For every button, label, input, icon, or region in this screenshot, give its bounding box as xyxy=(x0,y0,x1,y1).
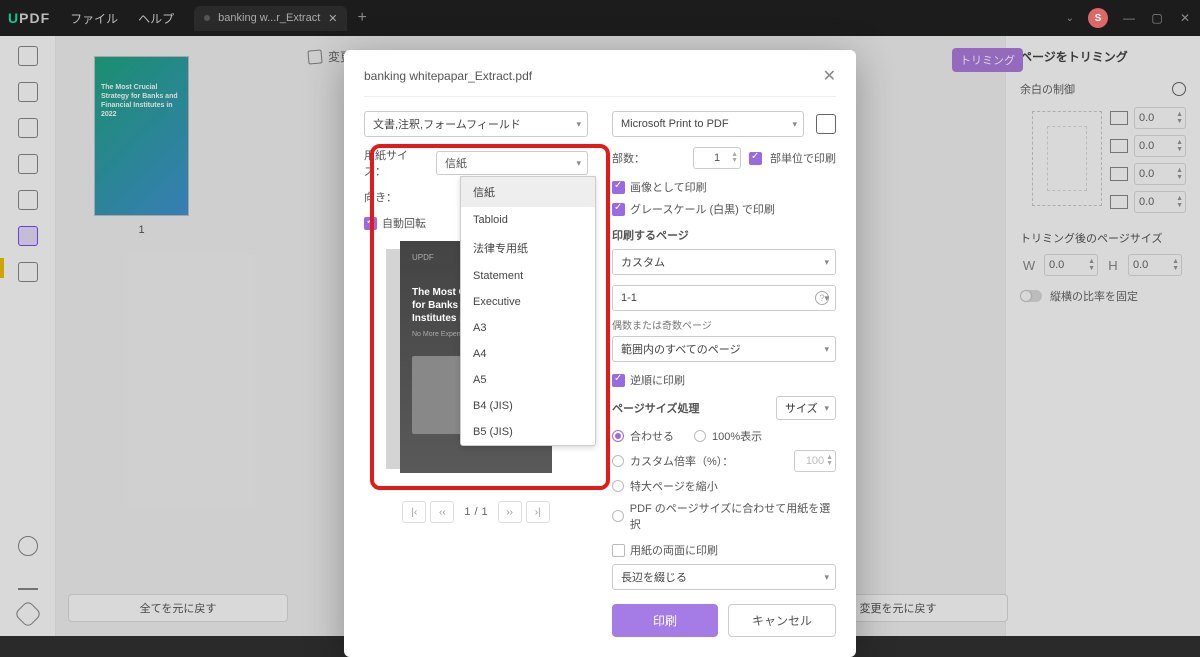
paper-size-option[interactable]: B4 (JIS) xyxy=(461,393,595,419)
paper-size-option[interactable]: A3 xyxy=(461,315,595,341)
maximize-icon[interactable]: ▢ xyxy=(1150,11,1164,25)
app-logo: UPDF xyxy=(8,10,50,26)
new-tab-button[interactable]: + xyxy=(357,9,366,27)
scale100-radio[interactable] xyxy=(694,430,706,442)
chevron-down-icon[interactable]: ⌄ xyxy=(1066,13,1074,24)
collate-checkbox[interactable] xyxy=(749,152,762,165)
size-mode-dropdown[interactable]: サイズ xyxy=(776,396,836,420)
dialog-title: banking whitepapar_Extract.pdf xyxy=(364,69,532,83)
user-avatar[interactable]: S xyxy=(1088,8,1108,28)
flip-dropdown[interactable]: 長辺を綴じる xyxy=(612,564,836,590)
shrink-large-radio[interactable] xyxy=(612,480,624,492)
close-icon[interactable]: ✕ xyxy=(1178,11,1192,25)
cancel-button[interactable]: キャンセル xyxy=(728,604,836,637)
preview-pager: |‹ ‹‹ 1/1 ›› ›| xyxy=(364,501,588,523)
pager-prev-icon[interactable]: ‹‹ xyxy=(430,501,454,523)
paper-size-option[interactable]: A4 xyxy=(461,341,595,367)
odd-even-label: 偶数または奇数ページ xyxy=(612,317,836,332)
dialog-close-icon[interactable]: ✕ xyxy=(823,66,836,86)
size-section-title: ページサイズ処理 xyxy=(612,400,699,416)
tab-close-icon[interactable]: ✕ xyxy=(328,12,337,25)
paper-size-option[interactable]: Statement xyxy=(461,263,595,289)
pager-last-icon[interactable]: ›| xyxy=(526,501,550,523)
minimize-icon[interactable]: — xyxy=(1122,11,1136,25)
odd-even-dropdown[interactable]: 範囲内のすべてのページ xyxy=(612,336,836,362)
paper-size-option[interactable]: 信紙 xyxy=(461,177,595,207)
both-sides-checkbox[interactable] xyxy=(612,544,625,557)
reverse-checkbox[interactable] xyxy=(612,374,625,387)
auto-rotate-checkbox[interactable] xyxy=(364,217,377,230)
app-menu: ファイル ヘルプ xyxy=(70,10,174,27)
choose-paper-radio[interactable] xyxy=(612,510,624,522)
pages-range-input[interactable]: 1-1? xyxy=(612,285,836,311)
collate-label: 部単位で印刷 xyxy=(770,150,836,166)
auto-rotate-label: 自動回転 xyxy=(382,215,426,231)
custom-scale-radio[interactable] xyxy=(612,455,624,467)
menu-file[interactable]: ファイル xyxy=(70,10,118,27)
paper-size-label: 用紙サイズ： xyxy=(364,147,428,179)
printer-dropdown[interactable]: Microsoft Print to PDF xyxy=(612,111,804,137)
pages-mode-dropdown[interactable]: カスタム xyxy=(612,249,836,275)
help-icon[interactable]: ? xyxy=(815,291,829,305)
tab-status-dot xyxy=(204,15,210,21)
paper-size-option[interactable]: Executive xyxy=(461,289,595,315)
pages-section-title: 印刷するページ xyxy=(612,227,836,243)
print-button[interactable]: 印刷 xyxy=(612,604,718,637)
menu-help[interactable]: ヘルプ xyxy=(138,10,174,27)
pager-first-icon[interactable]: |‹ xyxy=(402,501,426,523)
printer-icon[interactable] xyxy=(816,114,836,134)
tab-label: banking w...r_Extract xyxy=(218,12,320,24)
paper-size-option[interactable]: B5 (JIS) xyxy=(461,419,595,445)
document-tab[interactable]: banking w...r_Extract ✕ xyxy=(194,6,347,31)
titlebar: UPDF ファイル ヘルプ banking w...r_Extract ✕ + … xyxy=(0,0,1200,36)
content-type-dropdown[interactable]: 文書,注釈,フォームフィールド xyxy=(364,111,588,137)
paper-size-option[interactable]: 法律专用纸 xyxy=(461,233,595,263)
dialog-right-column: Microsoft Print to PDF 部数： 1▲▼ 部単位で印刷 画像… xyxy=(612,111,836,637)
pager-next-icon[interactable]: ›› xyxy=(498,501,522,523)
as-image-checkbox[interactable] xyxy=(612,181,625,194)
orientation-label: 向き： xyxy=(364,189,428,205)
copies-label: 部数： xyxy=(612,150,645,166)
copies-input[interactable]: 1▲▼ xyxy=(693,147,741,169)
paper-size-option[interactable]: A5 xyxy=(461,367,595,393)
paper-size-option[interactable]: Tabloid xyxy=(461,207,595,233)
grayscale-checkbox[interactable] xyxy=(612,203,625,216)
print-dialog: banking whitepapar_Extract.pdf ✕ 文書,注釈,フ… xyxy=(344,50,856,657)
paper-size-dropdown[interactable]: 信紙 xyxy=(436,151,588,175)
custom-scale-input[interactable]: 100▲▼ xyxy=(794,450,836,472)
fit-radio[interactable] xyxy=(612,430,624,442)
paper-size-options: 信紙Tabloid法律专用纸StatementExecutiveA3A4A5B4… xyxy=(460,176,596,446)
